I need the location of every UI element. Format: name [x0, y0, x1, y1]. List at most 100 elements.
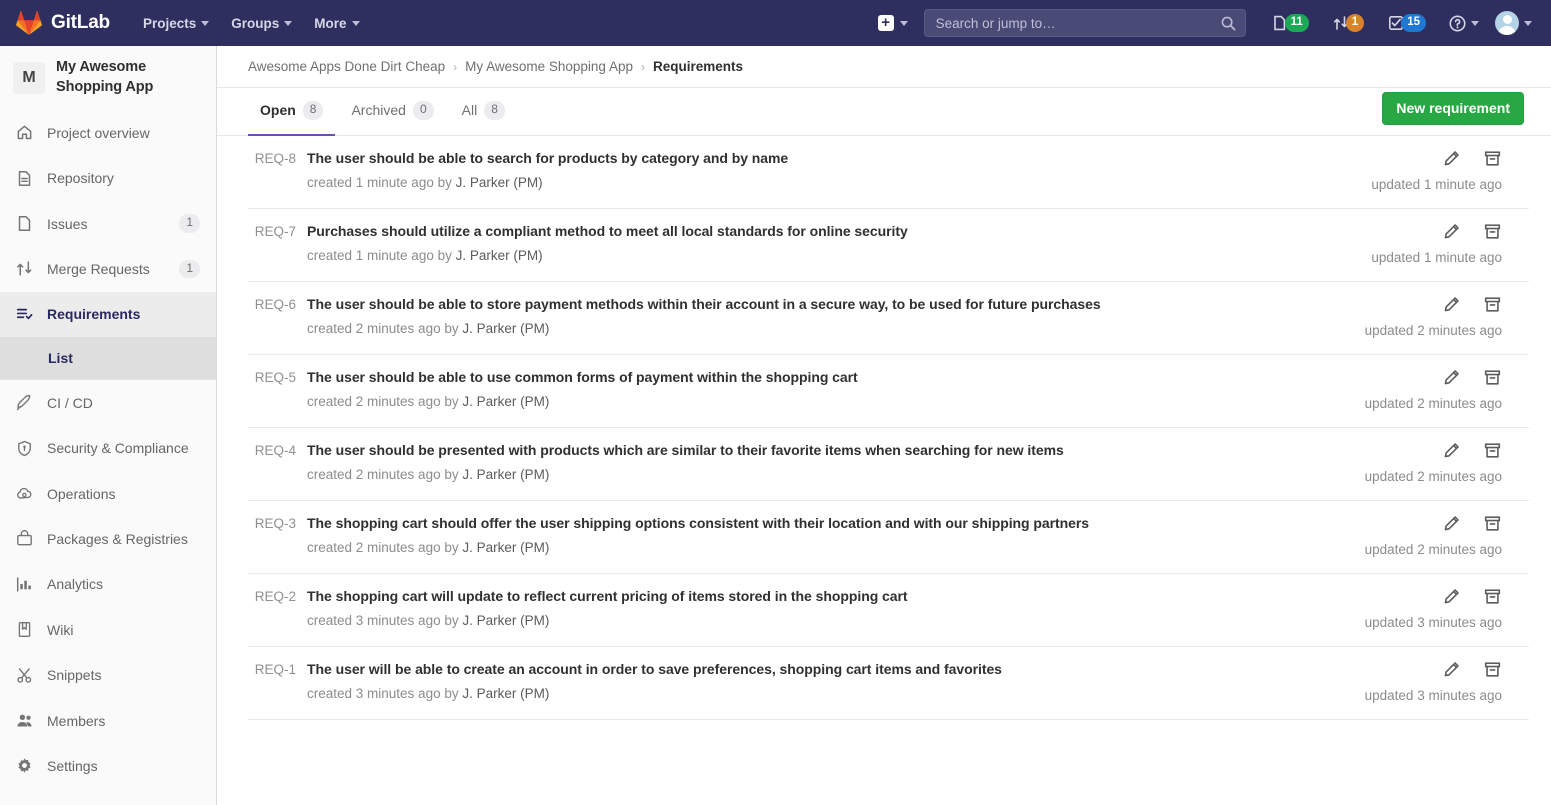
sidebar-item-requirements-list[interactable]: List — [0, 337, 216, 379]
nav-groups[interactable]: Groups — [222, 10, 301, 37]
requirement-created-meta: created 3 minutes ago by J. Parker (PM) — [307, 686, 1529, 701]
nav-projects[interactable]: Projects — [134, 10, 218, 37]
requirement-heading: REQ-8 The user should be able to search … — [248, 150, 1529, 166]
home-icon — [15, 124, 33, 142]
archive-icon[interactable] — [1482, 221, 1502, 241]
sidebar-item-merge-requests[interactable]: Merge Requests 1 — [0, 246, 216, 291]
sidebar-label-wiki: Wiki — [47, 622, 200, 638]
search-box[interactable] — [924, 9, 1246, 37]
scissors-icon — [15, 666, 33, 684]
package-icon — [15, 530, 33, 548]
help-menu-button[interactable] — [1444, 11, 1484, 36]
tab-open-count: 8 — [303, 101, 324, 120]
new-requirement-button[interactable]: New requirement — [1382, 92, 1524, 125]
requirement-updated: updated 2 minutes ago — [1365, 469, 1502, 484]
gitlab-home-link[interactable]: GitLab — [0, 0, 122, 46]
breadcrumb-group-link[interactable]: Awesome Apps Done Dirt Cheap — [248, 59, 445, 74]
tab-archived[interactable]: Archived 0 — [339, 88, 445, 136]
requirement-title[interactable]: The user should be able to search for pr… — [307, 150, 788, 166]
sidebar-item-members[interactable]: Members — [0, 698, 216, 743]
sidebar-label-packages-registries: Packages & Registries — [47, 531, 200, 547]
sidebar-item-project-overview[interactable]: Project overview — [0, 110, 216, 155]
requirement-row[interactable]: REQ-2 The shopping cart will update to r… — [248, 574, 1529, 647]
requirement-created-meta: created 2 minutes ago by J. Parker (PM) — [307, 540, 1529, 555]
sidebar-item-requirements[interactable]: Requirements — [0, 292, 216, 337]
requirement-title[interactable]: Purchases should utilize a compliant met… — [307, 223, 908, 239]
requirement-title[interactable]: The shopping cart should offer the user … — [307, 515, 1089, 531]
tab-all[interactable]: All 8 — [450, 88, 517, 136]
todos-counter[interactable]: 15 — [1383, 10, 1431, 35]
pencil-icon[interactable] — [1441, 440, 1461, 460]
requirement-row-actions — [1441, 513, 1502, 533]
requirement-row[interactable]: REQ-8 The user should be able to search … — [248, 136, 1529, 209]
requirement-author[interactable]: J. Parker (PM) — [456, 175, 543, 190]
create-new-button[interactable]: + — [872, 11, 914, 35]
archive-icon[interactable] — [1482, 513, 1502, 533]
sidebar-item-repository[interactable]: Repository — [0, 156, 216, 201]
requirement-title[interactable]: The shopping cart will update to reflect… — [307, 588, 908, 604]
requirement-row[interactable]: REQ-1 The user will be able to create an… — [248, 647, 1529, 720]
issues-counter[interactable]: 11 — [1267, 10, 1314, 35]
pencil-icon[interactable] — [1441, 659, 1461, 679]
requirement-row-actions — [1441, 440, 1502, 460]
requirement-updated: updated 2 minutes ago — [1365, 396, 1502, 411]
top-nav-right-group: + 11 1 — [872, 0, 1551, 46]
sidebar-project-header[interactable]: M My Awesome Shopping App — [0, 46, 216, 110]
requirement-title[interactable]: The user will be able to create an accou… — [307, 661, 1002, 677]
tab-open-label: Open — [260, 102, 296, 118]
pencil-icon[interactable] — [1441, 221, 1461, 241]
archive-icon[interactable] — [1482, 148, 1502, 168]
sidebar-count-issues: 1 — [179, 214, 200, 233]
requirement-id: REQ-2 — [248, 589, 296, 604]
requirement-title[interactable]: The user should be able to store payment… — [307, 296, 1101, 312]
requirement-title[interactable]: The user should be presented with produc… — [307, 442, 1064, 458]
sidebar-item-ci-cd[interactable]: CI / CD — [0, 380, 216, 425]
breadcrumb-project-link[interactable]: My Awesome Shopping App — [465, 59, 633, 74]
requirement-author[interactable]: J. Parker (PM) — [462, 321, 549, 336]
archive-icon[interactable] — [1482, 294, 1502, 314]
requirement-heading: REQ-3 The shopping cart should offer the… — [248, 515, 1529, 531]
archive-icon[interactable] — [1482, 367, 1502, 387]
sidebar-label-repository: Repository — [47, 170, 200, 186]
requirement-id: REQ-7 — [248, 224, 296, 239]
requirement-author[interactable]: J. Parker (PM) — [456, 248, 543, 263]
requirement-row[interactable]: REQ-4 The user should be presented with … — [248, 428, 1529, 501]
sidebar-item-settings[interactable]: Settings — [0, 743, 216, 788]
requirement-row[interactable]: REQ-5 The user should be able to use com… — [248, 355, 1529, 428]
pencil-icon[interactable] — [1441, 513, 1461, 533]
sidebar-item-issues[interactable]: Issues 1 — [0, 201, 216, 246]
requirement-author[interactable]: J. Parker (PM) — [462, 540, 549, 555]
pencil-icon[interactable] — [1441, 367, 1461, 387]
sidebar-item-snippets[interactable]: Snippets — [0, 652, 216, 697]
sidebar-item-wiki[interactable]: Wiki — [0, 607, 216, 652]
archive-icon[interactable] — [1482, 659, 1502, 679]
sidebar-item-security-compliance[interactable]: Security & Compliance — [0, 425, 216, 470]
requirement-title[interactable]: The user should be able to use common fo… — [307, 369, 858, 385]
requirement-author[interactable]: J. Parker (PM) — [462, 686, 549, 701]
requirement-author[interactable]: J. Parker (PM) — [462, 394, 549, 409]
archive-icon[interactable] — [1482, 586, 1502, 606]
requirement-row[interactable]: REQ-3 The shopping cart should offer the… — [248, 501, 1529, 574]
user-menu-button[interactable] — [1490, 7, 1537, 39]
nav-more[interactable]: More — [305, 10, 368, 37]
requirement-author[interactable]: J. Parker (PM) — [462, 467, 549, 482]
merge-requests-counter[interactable]: 1 — [1328, 10, 1369, 35]
requirement-author[interactable]: J. Parker (PM) — [462, 613, 549, 628]
sidebar-label-requirements: Requirements — [47, 306, 200, 322]
requirement-row[interactable]: REQ-6 The user should be able to store p… — [248, 282, 1529, 355]
sidebar-item-analytics[interactable]: Analytics — [0, 562, 216, 607]
sidebar-submenu-requirements: List — [0, 337, 216, 380]
tab-open[interactable]: Open 8 — [248, 88, 335, 136]
book-icon — [15, 621, 33, 639]
shield-icon — [15, 439, 33, 457]
rocket-icon — [15, 394, 33, 412]
chevron-down-icon — [1524, 21, 1532, 26]
archive-icon[interactable] — [1482, 440, 1502, 460]
sidebar-item-packages-registries[interactable]: Packages & Registries — [0, 516, 216, 561]
pencil-icon[interactable] — [1441, 148, 1461, 168]
requirement-row[interactable]: REQ-7 Purchases should utilize a complia… — [248, 209, 1529, 282]
sidebar-item-operations[interactable]: Operations — [0, 471, 216, 516]
search-input[interactable] — [936, 16, 1221, 31]
pencil-icon[interactable] — [1441, 586, 1461, 606]
pencil-icon[interactable] — [1441, 294, 1461, 314]
